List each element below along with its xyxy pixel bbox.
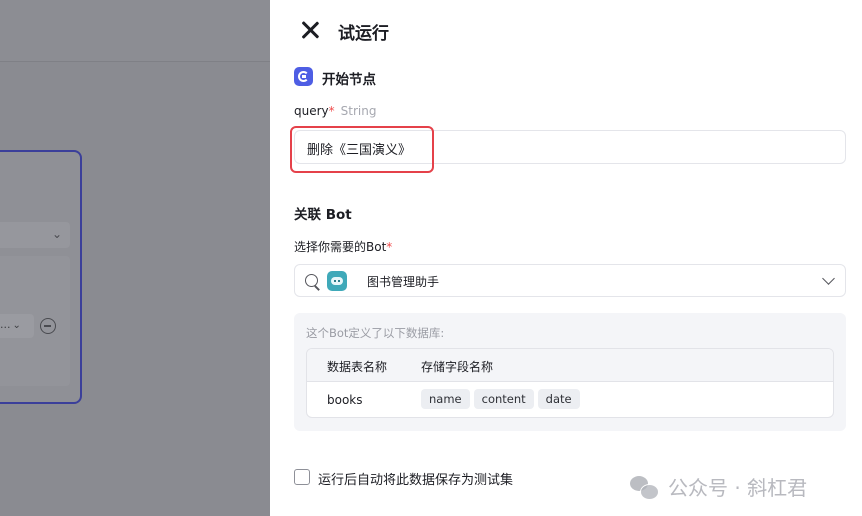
panel-title: 试运行 [338, 24, 389, 44]
field-tag: content [473, 389, 534, 409]
watermark: 公众号 · 斜杠君 [630, 470, 860, 510]
node-field: ... ⌄ [0, 314, 34, 338]
required-mark: * [386, 240, 393, 254]
bot-select-label: 选择你需要的Bot* [294, 238, 392, 255]
field-tag: name [421, 389, 470, 409]
required-mark: * [328, 104, 335, 118]
table-header: 数据表名称 存储字段名称 [307, 349, 833, 382]
start-node-icon [294, 67, 313, 86]
table-name-cell: books [327, 393, 363, 407]
start-node-title: 开始节点 [322, 72, 376, 88]
query-field-type: String [340, 104, 377, 118]
column-header-fields: 存储字段名称 [421, 360, 494, 374]
wechat-icon [630, 476, 660, 500]
bot-select-label-text: 选择你需要的Bot [294, 240, 387, 254]
remove-icon [40, 318, 56, 334]
bot-select[interactable]: 图书管理助手 [294, 264, 846, 297]
column-header-table-name: 数据表名称 [327, 360, 388, 374]
field-tag: date [537, 389, 580, 409]
search-icon [305, 274, 318, 287]
save-as-testset-label[interactable]: 运行后自动将此数据保存为测试集 [318, 469, 513, 488]
chevron-down-icon[interactable] [822, 272, 835, 285]
query-field-name: query [294, 104, 329, 118]
bot-link-title: 关联 Bot [294, 207, 352, 223]
bot-avatar-icon [327, 271, 347, 291]
query-field-label: query* String [294, 104, 376, 118]
watermark-text: 公众号 · 斜杠君 [668, 476, 808, 500]
database-note: 这个Bot定义了以下数据库: [306, 326, 445, 340]
selected-bot-name: 图书管理助手 [367, 275, 440, 289]
field-tags: name content date [421, 389, 580, 409]
workflow-canvas-background: ⌄ ... ⌄ [0, 0, 270, 516]
test-run-panel: 试运行 开始节点 query* String 删除《三国演义》 关联 Bot 选择… [270, 0, 862, 516]
chevron-down-icon: ⌄ [51, 227, 62, 241]
close-icon[interactable] [300, 20, 320, 40]
canvas-toolbar [0, 0, 270, 62]
annotation-highlight-box [290, 126, 434, 173]
bot-database-info: 这个Bot定义了以下数据库: 数据表名称 存储字段名称 books name c… [294, 313, 846, 431]
save-as-testset-checkbox[interactable] [294, 469, 310, 485]
chevron-down-icon: ⌄ [12, 320, 21, 331]
database-table: 数据表名称 存储字段名称 books name content date [306, 348, 834, 418]
node-select: ⌄ [0, 222, 70, 248]
